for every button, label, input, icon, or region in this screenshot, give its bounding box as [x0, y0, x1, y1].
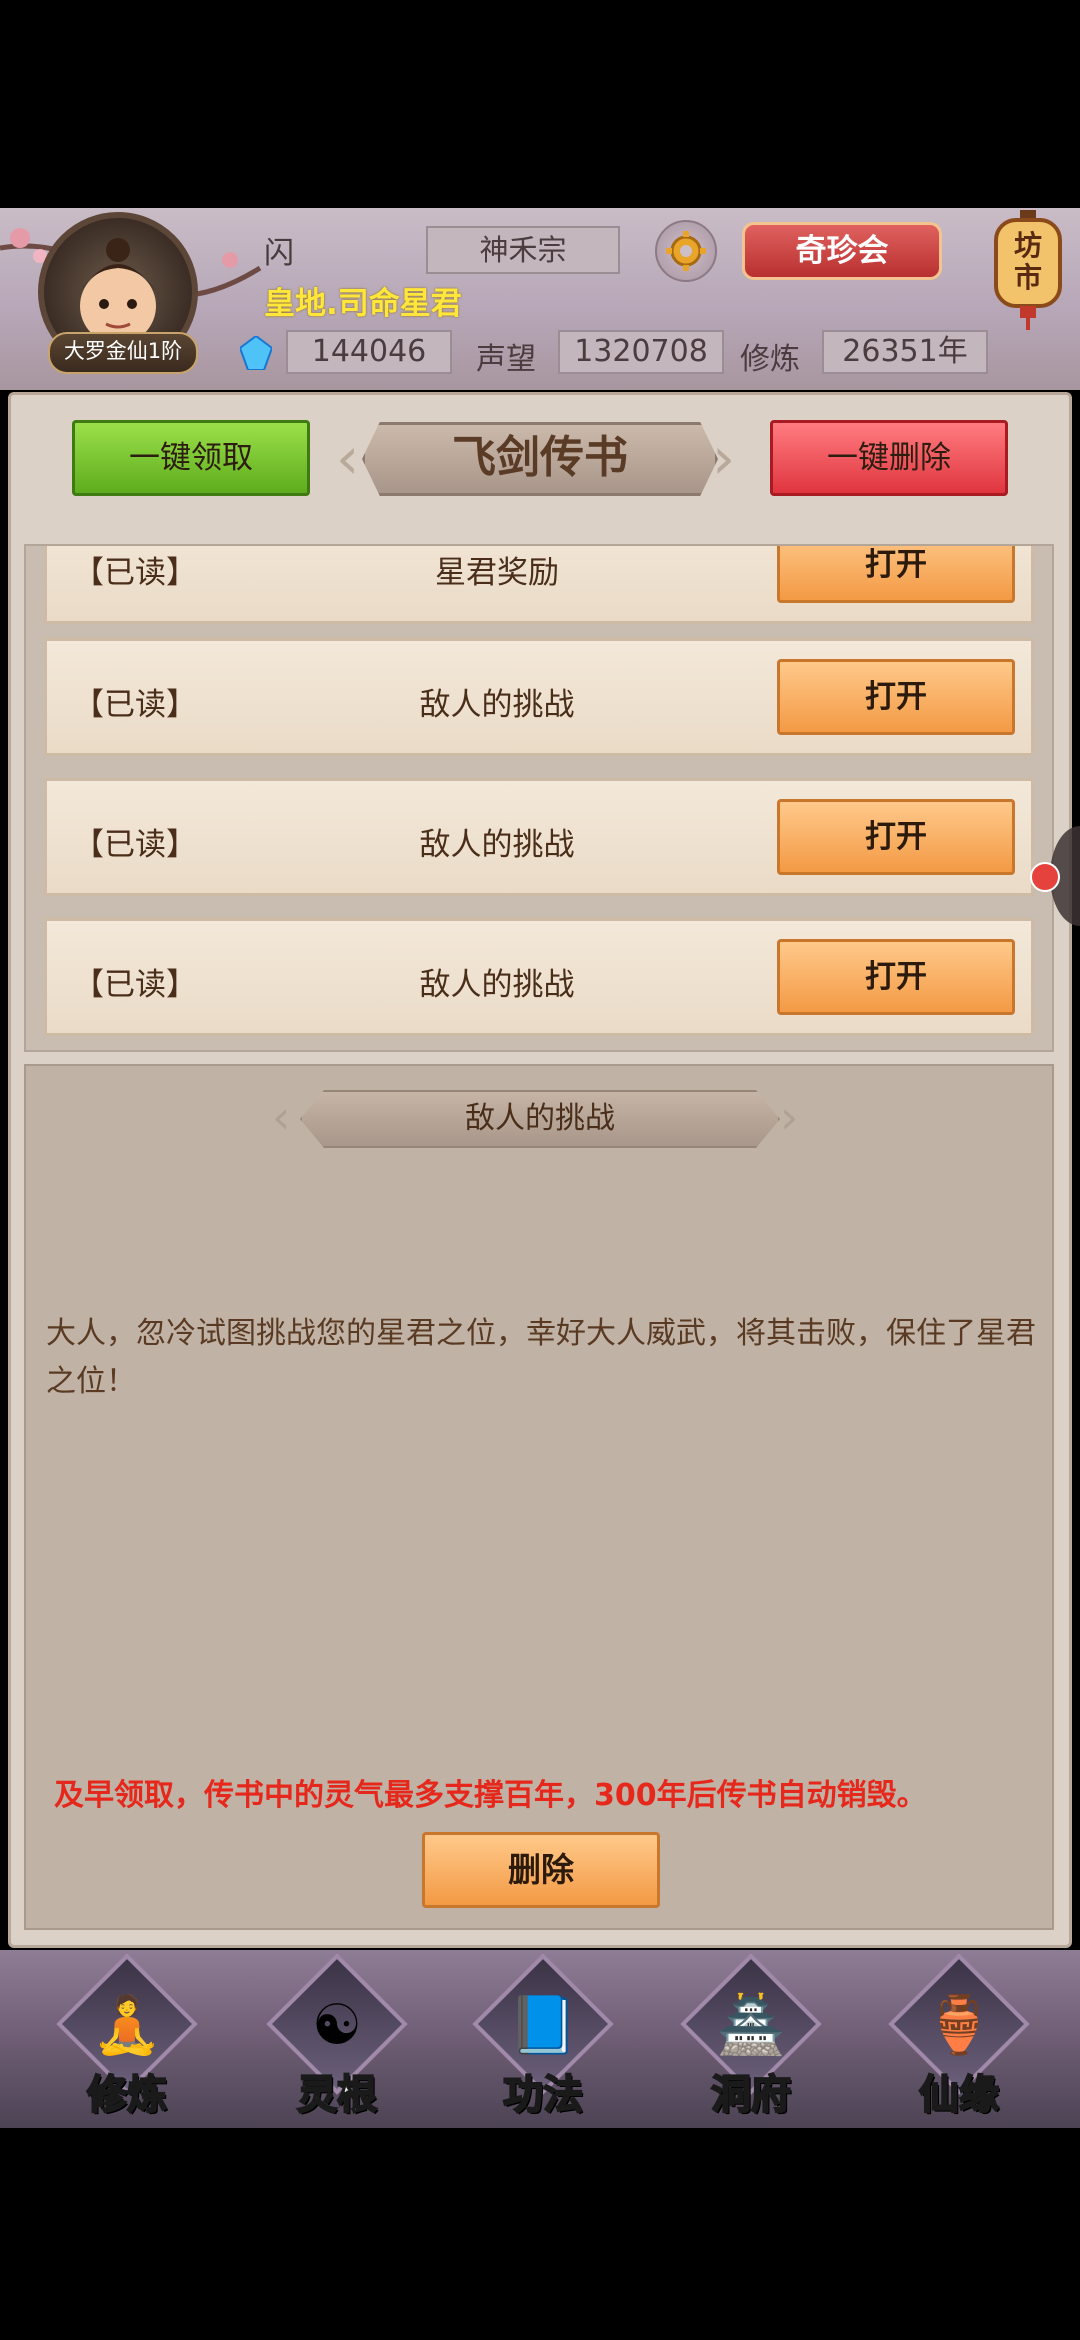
mail-row[interactable]: 【已读】 星君奖励 打开 [44, 546, 1034, 624]
market-label: 坊市 [1013, 229, 1042, 294]
delete-all-button[interactable]: 一键删除 [770, 420, 1008, 496]
market-lantern-button[interactable]: 坊市 [990, 210, 1066, 330]
mail-list[interactable]: 【已读】 星君奖励 打开 【已读】 敌人的挑战 打开 【已读】 敌人的挑战 打开… [24, 544, 1054, 1052]
mail-row[interactable]: 【已读】 敌人的挑战 打开 [44, 918, 1034, 1036]
open-mail-button[interactable]: 打开 [777, 799, 1015, 875]
nav-label: 洞府 [710, 2071, 792, 2119]
player-name: 闪 [264, 236, 294, 271]
settings-button[interactable] [655, 220, 717, 282]
nav-label: 修炼 [86, 2071, 168, 2119]
nav-label: 灵根 [296, 2071, 378, 2119]
cave-dwelling-icon: 🏯 [716, 1993, 786, 2058]
nav-technique[interactable]: 📘 功法 [468, 1953, 618, 2119]
cultivation-label: 修炼 [740, 342, 800, 377]
left-chevron-icon: ‹ [336, 424, 360, 492]
cultivation-value: 26351年 [822, 330, 988, 374]
nav-label: 仙缘 [918, 2071, 1000, 2119]
mail-row[interactable]: 【已读】 敌人的挑战 打开 [44, 778, 1034, 896]
reputation-label: 声望 [476, 342, 536, 377]
open-mail-button[interactable]: 打开 [777, 659, 1015, 735]
player-title: 皇地.司命星君 [264, 286, 462, 322]
open-mail-button[interactable]: 打开 [777, 546, 1015, 603]
currency-value: 144046 [286, 330, 452, 374]
gear-icon [666, 231, 706, 271]
reputation-value: 1320708 [558, 330, 724, 374]
notification-dot [1030, 862, 1060, 892]
expiry-warning: 及早领取，传书中的灵气最多支撑百年，300年后传书自动销毁。 [54, 1778, 927, 1813]
nav-label: 功法 [502, 2071, 584, 2119]
panel-title: 飞剑传书 [362, 422, 718, 496]
cultivate-icon: 🧘 [92, 1993, 162, 2058]
rank-badge: 大罗金仙1阶 [48, 332, 198, 374]
delete-mail-button[interactable]: 删除 [422, 1832, 660, 1908]
open-mail-button[interactable]: 打开 [777, 939, 1015, 1015]
nav-cultivate[interactable]: 🧘 修炼 [52, 1953, 202, 2119]
sect-name[interactable]: 神禾宗 [426, 226, 620, 274]
immortal-fate-icon: 🏺 [924, 1993, 994, 2058]
nav-cave-dwelling[interactable]: 🏯 洞府 [676, 1953, 826, 2119]
claim-all-button[interactable]: 一键领取 [72, 420, 310, 496]
nav-immortal-fate[interactable]: 🏺 仙缘 [884, 1953, 1034, 2119]
mail-message: 大人，忽冷试图挑战您的星君之位，幸好大人威武，将其击败，保住了星君之位！ [46, 1316, 1036, 1399]
right-chevron-icon: › [712, 424, 736, 492]
treasure-auction-button[interactable]: 奇珍会 [742, 222, 942, 280]
technique-book-icon: 📘 [508, 1993, 578, 2058]
nav-spirit-root[interactable]: ☯ 灵根 [262, 1953, 412, 2119]
spirit-root-icon: ☯ [311, 1993, 363, 2058]
left-chevron-icon: ‹ [272, 1090, 291, 1144]
mail-row[interactable]: 【已读】 敌人的挑战 打开 [44, 638, 1034, 756]
spirit-stone-icon [240, 336, 272, 370]
detail-title: 敌人的挑战 [300, 1090, 780, 1148]
right-chevron-icon: › [780, 1090, 799, 1144]
